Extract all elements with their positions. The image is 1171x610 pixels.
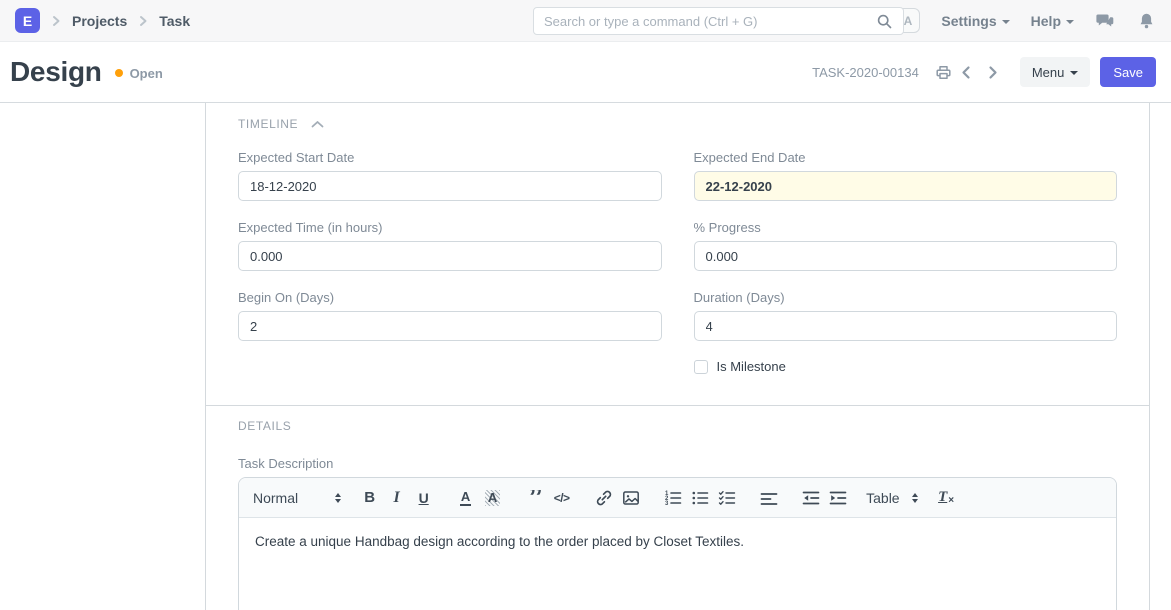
blockquote-icon[interactable]: ” xyxy=(521,490,548,506)
bold-icon[interactable]: B xyxy=(356,485,383,511)
field-expected-start-date: Expected Start Date xyxy=(238,150,662,201)
updown-arrows-icon xyxy=(912,493,918,503)
details-section-title: DETAILS xyxy=(238,419,291,433)
navbar-right-cluster: A Settings Help xyxy=(895,8,1156,33)
timeline-section-title: TIMELINE xyxy=(238,117,298,131)
italic-icon[interactable]: I xyxy=(383,485,410,511)
is-milestone-checkbox[interactable] xyxy=(694,360,708,374)
save-button[interactable]: Save xyxy=(1100,57,1156,87)
page-actions: TASK-2020-00134 Menu Save xyxy=(812,57,1156,87)
link-icon[interactable] xyxy=(590,485,617,511)
status-indicator-dot xyxy=(115,69,123,77)
top-navbar: E Projects Task Search or type a command… xyxy=(0,0,1171,42)
details-section: DETAILS Task Description Normal B xyxy=(206,406,1149,610)
field-is-milestone: Is Milestone xyxy=(694,359,1118,374)
updown-arrows-icon xyxy=(335,493,341,503)
page-head: Design Open TASK-2020-00134 Menu Save xyxy=(0,42,1171,103)
table-select[interactable]: Table xyxy=(866,490,917,506)
bullet-list-icon[interactable] xyxy=(686,485,713,511)
checklist-icon[interactable] xyxy=(713,485,740,511)
expected-end-date-label: Expected End Date xyxy=(694,150,1118,165)
progress-label: % Progress xyxy=(694,220,1118,235)
field-expected-time: Expected Time (in hours) xyxy=(238,220,662,271)
code-icon[interactable]: </> xyxy=(548,485,575,511)
form-card: TIMELINE Expected Start Date Expected En… xyxy=(205,103,1150,610)
paragraph-style-value: Normal xyxy=(253,490,298,506)
text-color-icon[interactable]: A xyxy=(452,485,479,511)
editor-toolbar: Normal B I U A xyxy=(239,478,1116,518)
search-placeholder: Search or type a command (Ctrl + G) xyxy=(544,14,876,29)
previous-document-icon[interactable] xyxy=(957,62,977,82)
help-menu[interactable]: Help xyxy=(1031,13,1074,29)
details-section-head: DETAILS xyxy=(238,419,1117,433)
settings-label: Settings xyxy=(941,13,996,29)
timeline-section: TIMELINE Expected Start Date Expected En… xyxy=(206,103,1149,406)
chat-icon[interactable] xyxy=(1095,11,1115,31)
page-title: Design xyxy=(10,56,102,88)
document-id: TASK-2020-00134 xyxy=(812,65,919,80)
task-description-label: Task Description xyxy=(238,456,1117,471)
breadcrumb-task[interactable]: Task xyxy=(159,13,190,29)
search-icon xyxy=(876,13,893,30)
rich-text-editor: Normal B I U A xyxy=(238,477,1117,610)
begin-on-label: Begin On (Days) xyxy=(238,290,662,305)
outdent-icon[interactable] xyxy=(797,485,824,511)
global-search-input[interactable]: Search or type a command (Ctrl + G) xyxy=(533,7,904,35)
expected-time-label: Expected Time (in hours) xyxy=(238,220,662,235)
ordered-list-icon[interactable]: 1 2 3 xyxy=(659,485,686,511)
print-icon[interactable] xyxy=(934,62,954,82)
timeline-section-toggle[interactable]: TIMELINE xyxy=(238,117,1117,131)
menu-button[interactable]: Menu xyxy=(1020,57,1091,87)
settings-menu[interactable]: Settings xyxy=(941,13,1009,29)
chevron-down-icon xyxy=(1070,71,1078,75)
paragraph-style-select[interactable]: Normal xyxy=(253,490,341,506)
next-document-icon[interactable] xyxy=(983,62,1003,82)
is-milestone-label: Is Milestone xyxy=(717,359,786,374)
table-select-label: Table xyxy=(866,490,899,506)
field-task-description: Task Description Normal B I U xyxy=(238,456,1117,610)
task-description-editor[interactable]: Create a unique Handbag design according… xyxy=(239,518,1116,610)
page-content: TIMELINE Expected Start Date Expected En… xyxy=(0,103,1171,610)
expected-start-date-input[interactable] xyxy=(238,171,662,201)
background-color-icon[interactable]: A xyxy=(479,485,506,511)
status-badge: Open xyxy=(130,66,163,81)
app-logo[interactable]: E xyxy=(15,8,40,33)
field-expected-end-date: Expected End Date xyxy=(694,150,1118,201)
expected-end-date-input[interactable] xyxy=(694,171,1118,201)
breadcrumb-projects[interactable]: Projects xyxy=(72,13,127,29)
field-progress: % Progress xyxy=(694,220,1118,271)
underline-icon[interactable]: U xyxy=(410,485,437,511)
begin-on-input[interactable] xyxy=(238,311,662,341)
duration-input[interactable] xyxy=(694,311,1118,341)
breadcrumb-chevron-icon xyxy=(49,14,63,28)
timeline-field-grid: Expected Start Date Expected End Date Ex… xyxy=(238,131,1117,374)
menu-button-label: Menu xyxy=(1032,65,1065,80)
progress-input[interactable] xyxy=(694,241,1118,271)
notifications-bell-icon[interactable] xyxy=(1136,11,1156,31)
chevron-up-icon xyxy=(311,120,324,129)
breadcrumb-chevron-icon xyxy=(136,14,150,28)
remove-format-icon[interactable]: T × xyxy=(933,485,960,511)
chevron-down-icon xyxy=(1066,20,1074,24)
svg-text:3: 3 xyxy=(665,501,669,507)
duration-label: Duration (Days) xyxy=(694,290,1118,305)
align-icon[interactable] xyxy=(755,485,782,511)
image-icon[interactable] xyxy=(617,485,644,511)
field-begin-on: Begin On (Days) xyxy=(238,290,662,341)
task-description-text: Create a unique Handbag design according… xyxy=(255,534,1100,549)
help-label: Help xyxy=(1031,13,1061,29)
expected-time-input[interactable] xyxy=(238,241,662,271)
indent-icon[interactable] xyxy=(824,485,851,511)
chevron-down-icon xyxy=(1002,20,1010,24)
expected-start-date-label: Expected Start Date xyxy=(238,150,662,165)
field-duration: Duration (Days) xyxy=(694,290,1118,341)
